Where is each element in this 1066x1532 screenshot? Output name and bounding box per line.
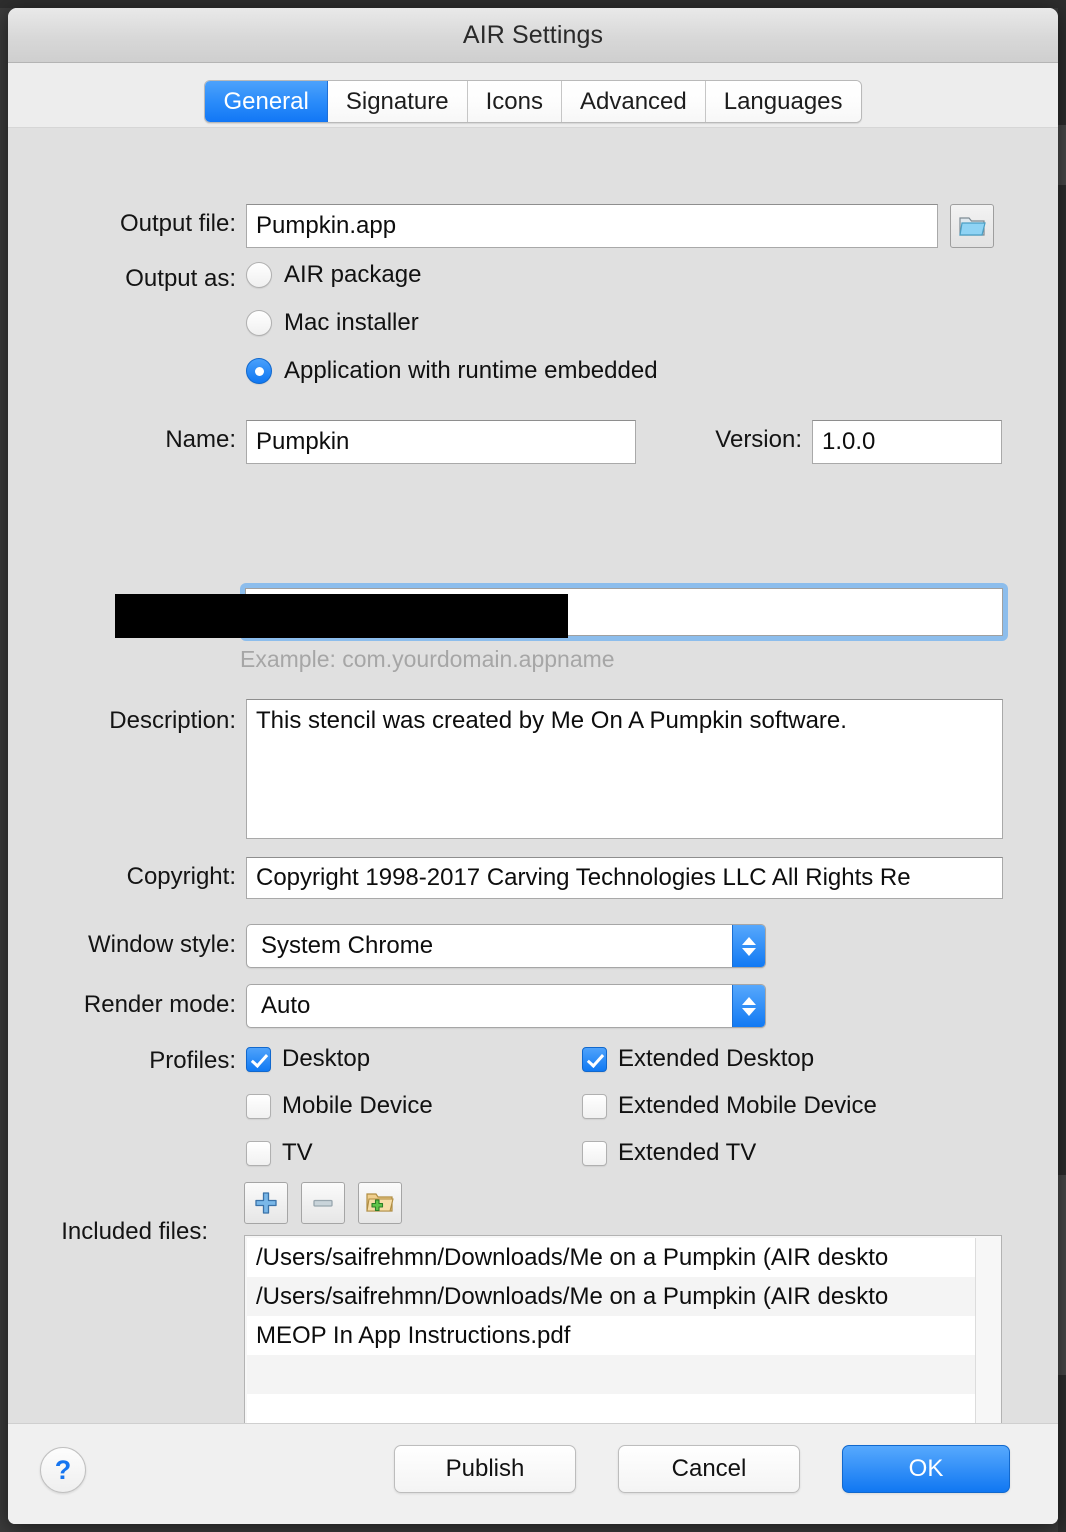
- checkbox-mobile-device[interactable]: Mobile Device: [246, 1092, 576, 1120]
- list-item[interactable]: /Users/saifrehmn/Downloads/Me on a Pumpk…: [247, 1238, 975, 1277]
- included-files-toolbar: [244, 1182, 402, 1224]
- window-style-value: System Chrome: [261, 932, 434, 959]
- name-label: Name:: [165, 426, 236, 453]
- checkbox-desktop[interactable]: Desktop: [246, 1045, 576, 1073]
- backdrop-window-edge-upper: [1058, 125, 1066, 185]
- app-id-hint: Example: com.yourdomain.appname: [240, 646, 615, 672]
- name-input[interactable]: Pumpkin: [246, 420, 636, 464]
- radio-mac-installer-indicator: [246, 310, 272, 336]
- list-item[interactable]: MEOP In App Instructions.pdf: [247, 1316, 975, 1355]
- checkbox-extended-mobile-device[interactable]: Extended Mobile Device: [582, 1092, 877, 1120]
- included-files-list[interactable]: /Users/saifrehmn/Downloads/Me on a Pumpk…: [244, 1235, 1002, 1423]
- radio-runtime-embedded-indicator: [246, 358, 272, 384]
- included-files-label: Included files:: [61, 1218, 208, 1245]
- checkbox-desktop-label: Desktop: [282, 1045, 371, 1072]
- checkbox-tv-label: TV: [282, 1139, 313, 1166]
- profiles-label: Profiles:: [149, 1047, 236, 1074]
- included-files-list-viewport: /Users/saifrehmn/Downloads/Me on a Pumpk…: [247, 1238, 976, 1423]
- output-file-label: Output file:: [119, 210, 236, 237]
- checkbox-extended-tv-label: Extended TV: [618, 1139, 757, 1166]
- checkbox-tv-box: [246, 1140, 271, 1166]
- copyright-row: Copyright: Copyright 1998-2017 Carving T…: [8, 857, 1058, 899]
- radio-runtime-embedded[interactable]: Application with runtime embedded: [246, 357, 658, 385]
- window-style-row: Window style: System Chrome: [8, 924, 1058, 968]
- publish-button[interactable]: Publish: [394, 1445, 576, 1493]
- render-mode-label: Render mode:: [83, 991, 236, 1018]
- chevron-updown-icon: [732, 925, 765, 967]
- list-item[interactable]: [247, 1394, 975, 1423]
- backdrop-window-edge-lower: [1058, 1175, 1066, 1375]
- profiles-row: Profiles: Desktop Mobile Device TV Exten…: [8, 1045, 1058, 1167]
- version-label: Version:: [715, 426, 802, 453]
- help-button[interactable]: ?: [40, 1447, 86, 1493]
- plus-icon: [255, 1192, 277, 1214]
- minus-icon: [313, 1199, 333, 1207]
- version-input[interactable]: 1.0.0: [812, 420, 1002, 464]
- output-as-radio-group: AIR package Mac installer Application wi…: [246, 261, 658, 385]
- description-label: Description:: [109, 707, 236, 734]
- checkbox-mobile-device-box: [246, 1093, 271, 1119]
- profiles-column-right: Extended Desktop Extended Mobile Device …: [582, 1045, 877, 1167]
- tab-icons[interactable]: Icons: [467, 81, 562, 122]
- remove-file-button[interactable]: [301, 1182, 345, 1224]
- render-mode-row: Render mode: Auto: [8, 984, 1058, 1028]
- description-row: Description: This stencil was created by…: [8, 699, 1058, 839]
- output-file-row: Output file: Pumpkin.app: [8, 204, 1058, 248]
- copyright-input[interactable]: Copyright 1998-2017 Carving Technologies…: [246, 857, 1003, 899]
- general-tab-panel: Output file: Pumpkin.app Output as: AIR …: [8, 128, 1058, 1423]
- checkbox-extended-desktop[interactable]: Extended Desktop: [582, 1045, 877, 1073]
- name-version-row: Name: Pumpkin Version: 1.0.0: [8, 420, 1058, 464]
- add-file-button[interactable]: [244, 1182, 288, 1224]
- app-id-redaction-bar: [115, 594, 568, 638]
- radio-mac-installer[interactable]: Mac installer: [246, 309, 658, 337]
- checkbox-extended-tv-box: [582, 1140, 607, 1166]
- render-mode-select[interactable]: Auto: [246, 984, 766, 1028]
- output-as-row: Output as: AIR package Mac installer App…: [8, 261, 1058, 385]
- profiles-column-left: Desktop Mobile Device TV: [246, 1045, 576, 1167]
- tab-languages[interactable]: Languages: [705, 81, 861, 122]
- radio-air-package[interactable]: AIR package: [246, 261, 658, 289]
- cancel-button[interactable]: Cancel: [618, 1445, 800, 1493]
- output-as-label: Output as:: [125, 265, 236, 292]
- radio-air-package-label: AIR package: [284, 261, 422, 288]
- description-textarea[interactable]: This stencil was created by Me On A Pump…: [246, 699, 1003, 839]
- list-item[interactable]: [247, 1355, 975, 1394]
- checkbox-extended-mobile-device-box: [582, 1093, 607, 1119]
- air-settings-dialog: AIR Settings General Signature Icons Adv…: [8, 8, 1058, 1524]
- dialog-title: AIR Settings: [462, 20, 604, 49]
- radio-mac-installer-label: Mac installer: [284, 309, 419, 336]
- list-item[interactable]: /Users/saifrehmn/Downloads/Me on a Pumpk…: [247, 1277, 975, 1316]
- backdrop-strip-top: [0, 0, 1066, 8]
- checkbox-mobile-device-label: Mobile Device: [282, 1092, 433, 1119]
- dialog-titlebar[interactable]: AIR Settings: [8, 8, 1058, 63]
- chevron-updown-icon-2: [732, 985, 765, 1027]
- radio-air-package-indicator: [246, 262, 272, 288]
- tab-general[interactable]: General: [205, 81, 328, 122]
- checkbox-desktop-box: [246, 1046, 271, 1072]
- output-file-input[interactable]: Pumpkin.app: [246, 204, 938, 248]
- folder-icon: [959, 217, 986, 236]
- checkbox-extended-tv[interactable]: Extended TV: [582, 1139, 877, 1167]
- checkbox-tv[interactable]: TV: [246, 1139, 576, 1167]
- checkbox-extended-mobile-device-label: Extended Mobile Device: [618, 1092, 877, 1119]
- copyright-label: Copyright:: [126, 863, 236, 890]
- checkbox-extended-desktop-box: [582, 1046, 607, 1072]
- ok-button[interactable]: OK: [842, 1445, 1010, 1493]
- tab-signature[interactable]: Signature: [327, 81, 468, 122]
- tabstrip: General Signature Icons Advanced Languag…: [204, 80, 862, 123]
- output-file-browse-button[interactable]: [950, 204, 994, 248]
- dialog-footer: ? Publish Cancel OK: [8, 1423, 1058, 1524]
- window-style-select[interactable]: System Chrome: [246, 924, 766, 968]
- add-folder-button[interactable]: [358, 1182, 402, 1224]
- folder-add-icon: [366, 1193, 394, 1212]
- tabstrip-zone: General Signature Icons Advanced Languag…: [8, 63, 1058, 128]
- tab-advanced[interactable]: Advanced: [561, 81, 706, 122]
- render-mode-value: Auto: [261, 992, 311, 1019]
- window-style-label: Window style:: [87, 931, 236, 958]
- radio-runtime-embedded-label: Application with runtime embedded: [284, 357, 658, 384]
- checkbox-extended-desktop-label: Extended Desktop: [618, 1045, 815, 1072]
